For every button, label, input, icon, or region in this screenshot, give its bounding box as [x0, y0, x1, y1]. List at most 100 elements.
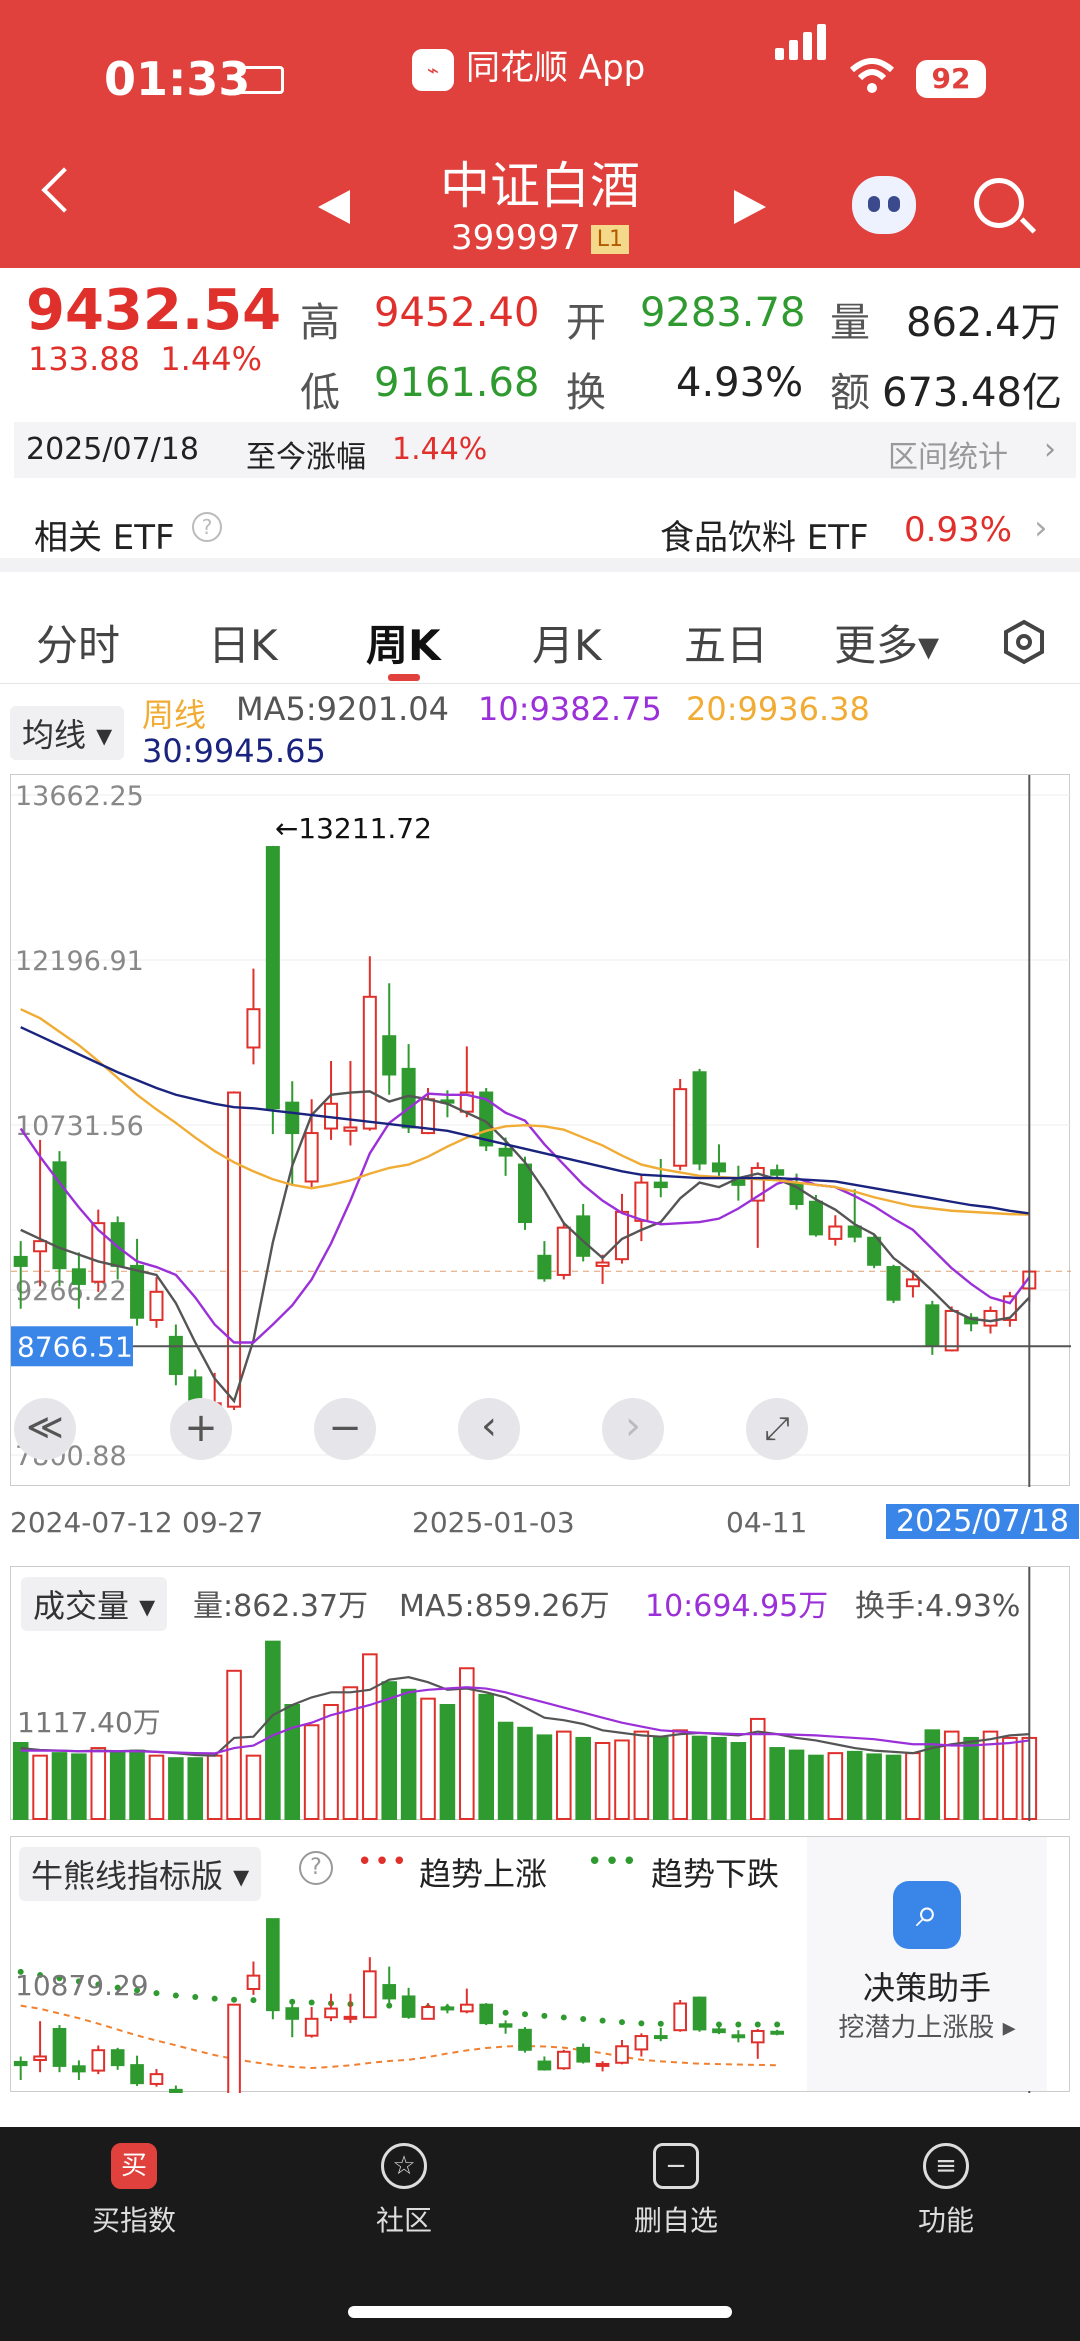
mini-candle-body — [91, 2049, 106, 2072]
candle-body — [362, 995, 377, 1130]
period-row[interactable]: 2025/07/18 至今涨幅 1.44% 区间统计 › — [14, 422, 1076, 478]
indicator-select[interactable]: 牛熊线指标版 ▾ — [19, 1847, 262, 1901]
etf-label: 相关 ETF — [34, 518, 175, 558]
max-price-label: ←13211.72 — [275, 812, 432, 845]
turnover-rate: 换手:4.93% — [855, 1589, 1021, 1624]
candle-body — [595, 1261, 610, 1267]
robot-assistant-icon[interactable] — [852, 176, 916, 234]
volume-bar — [284, 1704, 301, 1820]
nav-remove-label: 删自选 — [633, 2204, 718, 2237]
candle-body — [983, 1309, 998, 1327]
tab-monthly-k[interactable]: 月K — [532, 612, 602, 673]
candle-body — [925, 1304, 940, 1346]
volume-bar — [517, 1726, 533, 1820]
volume-bar — [439, 1704, 456, 1820]
volume-bar — [459, 1667, 475, 1821]
decision-assistant[interactable]: ⌕ 决策助手 挖潜力上涨股 ▸ — [807, 1837, 1047, 2091]
nav-buy-label: 买指数 — [91, 2204, 176, 2237]
trend-dot — [308, 1999, 315, 2006]
mini-candle-body — [712, 2028, 726, 2034]
ma-select[interactable]: 均线 ▾ — [10, 706, 125, 760]
volume-bar — [788, 1749, 805, 1821]
trend-dot — [774, 2021, 781, 2028]
bull-bear-chart[interactable]: 牛熊线指标版 ▾ ? ••• 趋势上涨 ••• 趋势下跌 10879.29 ⌕ … — [10, 1836, 1070, 2127]
candle-body — [246, 1008, 261, 1049]
kline-chart[interactable]: 13662.25 12196.91 10731.56 9266.22 7800.88 ←1… — [10, 774, 1071, 1517]
high-label: 高 — [300, 300, 340, 346]
mini-candle-body — [556, 2050, 571, 2070]
buy-icon: 买 — [111, 2143, 157, 2189]
volume-bar — [594, 1742, 611, 1820]
candle-body — [285, 1101, 300, 1135]
ma10-value: 10:9382.75 — [478, 690, 662, 728]
candle-body — [692, 1071, 707, 1165]
nav-buy-index[interactable]: 买买指数 — [34, 2143, 234, 2239]
volume-bar — [711, 1736, 727, 1820]
tab-five-day[interactable]: 五日 — [684, 612, 768, 673]
zoom-out-icon[interactable]: − — [314, 1398, 376, 1460]
volume-bar — [400, 1688, 417, 1820]
volume-ma10: 10:694.95万 — [645, 1589, 829, 1624]
ma20-value: 20:9936.38 — [686, 690, 870, 728]
nav-remove-watch[interactable]: − 删自选 — [576, 2143, 776, 2239]
help-icon[interactable]: ? — [192, 512, 222, 542]
candle-body — [614, 1210, 629, 1261]
volume-bar — [846, 1750, 863, 1820]
mini-candle-body — [750, 2029, 765, 2044]
kline-svg: 13662.2512196.9110731.569266.227800.88←1… — [11, 775, 1071, 1517]
indicator-select-label: 牛熊线指标版 ▾ — [19, 1847, 262, 1901]
related-etf-row[interactable]: 相关 ETF ? 食品饮料 ETF 0.93% › — [0, 490, 1080, 572]
volume-bar — [187, 1757, 204, 1820]
nav-community[interactable]: ☆ 社区 — [304, 2143, 504, 2239]
up-legend-label: 趋势上涨 — [419, 1855, 548, 1893]
mini-candle-body — [343, 2015, 358, 2020]
rewind-icon[interactable]: ≪ — [14, 1398, 76, 1460]
mini-candle-body — [266, 1918, 280, 2012]
volume-chart[interactable]: 成交量 ▾ 量:862.37万 MA5:859.26万 10:694.95万 换… — [10, 1566, 1070, 1821]
candle-body — [537, 1254, 552, 1280]
trend-dot — [638, 2020, 645, 2027]
volume-bar — [730, 1742, 747, 1820]
mini-candle-body — [518, 2028, 532, 2051]
tab-weekly-k[interactable]: 周K — [366, 612, 441, 673]
volume-select[interactable]: 成交量 ▾ — [21, 1577, 168, 1631]
trend-dot — [580, 2016, 587, 2023]
candle-body — [227, 1091, 242, 1408]
range-stats-link[interactable]: 区间统计 — [888, 432, 1008, 476]
candle-body — [556, 1226, 571, 1276]
tab-daily-k[interactable]: 日K — [208, 612, 278, 673]
status-app-label: 同花顺 App — [466, 48, 646, 88]
mini-candle-body — [13, 2060, 28, 2067]
volume-bar — [303, 1724, 320, 1820]
volume-bar — [1002, 1736, 1018, 1820]
mini-candle-body — [33, 2055, 47, 2062]
volume-bar — [168, 1757, 184, 1820]
next-index-icon[interactable] — [734, 190, 766, 224]
candle-body — [33, 1240, 48, 1253]
step-right-icon[interactable]: › — [602, 1398, 664, 1460]
status-time: 01:33 — [104, 52, 251, 106]
settings-hex-icon[interactable] — [1000, 618, 1048, 666]
header-bar: 01:33 ⌁ 同花顺 App 92 中证白酒 399997 L1 — [0, 0, 1080, 268]
app-logo-icon: ⌁ — [412, 48, 454, 91]
mini-candle-body — [770, 2030, 784, 2035]
mini-candle-body — [246, 1974, 261, 1990]
mini-candle-body — [130, 2064, 144, 2085]
zoom-in-icon[interactable]: + — [170, 1398, 232, 1460]
step-left-icon[interactable]: ‹ — [458, 1398, 520, 1460]
trend-dot — [153, 1990, 160, 1997]
candle-body — [71, 1268, 86, 1285]
nav-functions[interactable]: ≡ 功能 — [846, 2143, 1046, 2239]
volume-bar — [575, 1736, 591, 1820]
tab-intraday[interactable]: 分时 — [36, 612, 120, 673]
fullscreen-icon[interactable]: ⤢ — [746, 1398, 808, 1460]
tab-more[interactable]: 更多▾ — [834, 612, 939, 673]
last-price: 9432.54 — [26, 278, 282, 343]
search-icon[interactable] — [974, 178, 1024, 228]
down-legend-label: 趋势下跌 — [651, 1855, 780, 1893]
help-icon[interactable]: ? — [299, 1851, 333, 1885]
volume-bar — [206, 1754, 223, 1821]
volume-bar — [90, 1747, 107, 1820]
volume-bar — [32, 1754, 48, 1821]
mini-candle-body — [440, 2006, 455, 2011]
